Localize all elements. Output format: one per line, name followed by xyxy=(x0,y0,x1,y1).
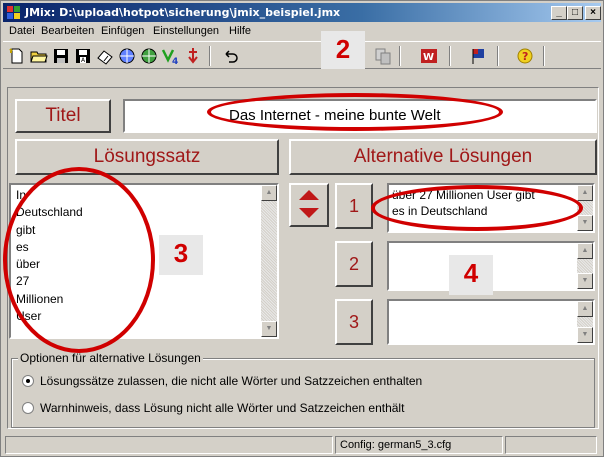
scroll-up-button[interactable]: ▲ xyxy=(577,243,593,259)
arrow-down-icon[interactable] xyxy=(183,46,203,66)
v4-icon[interactable]: 4 xyxy=(161,46,181,67)
word-export-icon[interactable]: W xyxy=(419,46,439,66)
status-bar: Config: german5_3.cfg xyxy=(3,433,601,455)
title-bar[interactable]: JMix: D:\upload\hotpot\sicherung\jmix_be… xyxy=(3,3,601,22)
menu-einfuegen[interactable]: Einfügen xyxy=(101,25,144,37)
loesungssatz-text: In Deutschland gibt es über 27 Millionen… xyxy=(16,188,83,324)
alternative-loesungen-button[interactable]: Alternative Lösungen xyxy=(289,139,597,175)
scroll-up-button[interactable]: ▲ xyxy=(577,185,593,201)
status-panel-right xyxy=(505,436,597,454)
toolbar-separator xyxy=(543,46,545,66)
toolbar-separator xyxy=(399,46,401,66)
flag-icon[interactable] xyxy=(469,46,489,66)
options-group: Optionen für alternative Lösungen Lösung… xyxy=(11,351,595,428)
save-icon[interactable] xyxy=(51,46,71,66)
scroll-up-button[interactable]: ▲ xyxy=(577,301,593,317)
window-title: JMix: D:\upload\hotpot\sicherung\jmix_be… xyxy=(25,6,341,19)
svg-text:4: 4 xyxy=(172,57,178,66)
radio-warning-label[interactable]: Warnhinweis, dass Lösung nicht alle Wört… xyxy=(40,401,404,415)
svg-text:W: W xyxy=(423,52,434,63)
alternative-1-textarea[interactable]: über 27 Millionen User gibt es in Deutsc… xyxy=(387,183,595,233)
toolbar-separator xyxy=(497,46,499,66)
down-arrow-icon xyxy=(299,208,319,218)
toolbar-separator xyxy=(209,46,211,66)
radio-allow-partial[interactable] xyxy=(22,375,34,387)
alternative-2-scrollbar[interactable]: ▲ ▼ xyxy=(577,243,593,289)
svg-text:?: ? xyxy=(522,50,528,63)
new-file-icon[interactable] xyxy=(7,46,27,66)
maximize-button[interactable]: □ xyxy=(567,6,583,20)
menu-einstellungen[interactable]: Einstellungen xyxy=(153,25,219,37)
move-up-down-button[interactable] xyxy=(289,183,329,227)
menu-bearbeiten[interactable]: Bearbeiten xyxy=(41,25,94,37)
menu-bar: Datei Bearbeiten Einfügen Einstellungen … xyxy=(3,23,601,40)
help-icon[interactable]: ? xyxy=(515,46,535,66)
menu-datei[interactable]: Datei xyxy=(9,25,35,37)
jmix-window: JMix: D:\upload\hotpot\sicherung\jmix_be… xyxy=(0,0,604,457)
web-export-alt-icon[interactable] xyxy=(139,46,159,66)
annotation-label-4: 4 xyxy=(449,255,493,295)
loesungssatz-button[interactable]: Lösungssatz xyxy=(15,139,279,175)
alternative-1-text: über 27 Millionen User gibt es in Deutsc… xyxy=(392,188,535,218)
titel-value: Das Internet - meine bunte Welt xyxy=(229,107,441,124)
up-arrow-icon xyxy=(299,190,319,200)
copy-icon[interactable] xyxy=(373,46,393,66)
loesungssatz-scrollbar[interactable]: ▲ ▼ xyxy=(261,185,277,337)
scroll-down-button[interactable]: ▼ xyxy=(577,215,593,231)
status-config: Config: german5_3.cfg xyxy=(335,436,503,454)
save-as-icon[interactable]: A xyxy=(73,46,93,66)
jmix-app-icon xyxy=(7,6,20,19)
open-folder-icon[interactable] xyxy=(29,46,49,66)
loesungssatz-textarea[interactable]: In Deutschland gibt es über 27 Millionen… xyxy=(9,183,279,339)
alternative-3-button[interactable]: 3 xyxy=(335,299,373,345)
undo-icon[interactable] xyxy=(221,46,241,66)
alternative-1-scrollbar[interactable]: ▲ ▼ xyxy=(577,185,593,231)
alternative-1-button[interactable]: 1 xyxy=(335,183,373,229)
radio-warning[interactable] xyxy=(22,402,34,414)
close-button[interactable]: × xyxy=(585,6,601,20)
annotation-label-3: 3 xyxy=(159,235,203,275)
alternative-3-scrollbar[interactable]: ▲ ▼ xyxy=(577,301,593,343)
status-panel-left xyxy=(5,436,333,454)
toolbar-separator xyxy=(449,46,451,66)
scroll-down-button[interactable]: ▼ xyxy=(577,327,593,343)
titel-button[interactable]: Titel xyxy=(15,99,111,133)
toolbar: A 4 W ? xyxy=(3,41,601,69)
scroll-up-button[interactable]: ▲ xyxy=(261,185,277,201)
clear-icon[interactable] xyxy=(95,46,115,66)
titel-input[interactable]: Das Internet - meine bunte Welt xyxy=(123,99,597,133)
scroll-down-button[interactable]: ▼ xyxy=(261,321,277,337)
options-legend: Optionen für alternative Lösungen xyxy=(18,351,203,365)
web-export-icon[interactable] xyxy=(117,46,137,66)
alternative-2-button[interactable]: 2 xyxy=(335,241,373,287)
alternative-3-textarea[interactable]: ▲ ▼ xyxy=(387,299,595,345)
minimize-button[interactable]: _ xyxy=(551,6,567,20)
radio-allow-partial-label[interactable]: Lösungssätze zulassen, die nicht alle Wö… xyxy=(40,374,422,388)
annotation-label-2: 2 xyxy=(321,31,365,69)
scroll-down-button[interactable]: ▼ xyxy=(577,273,593,289)
menu-hilfe[interactable]: Hilfe xyxy=(229,25,251,37)
